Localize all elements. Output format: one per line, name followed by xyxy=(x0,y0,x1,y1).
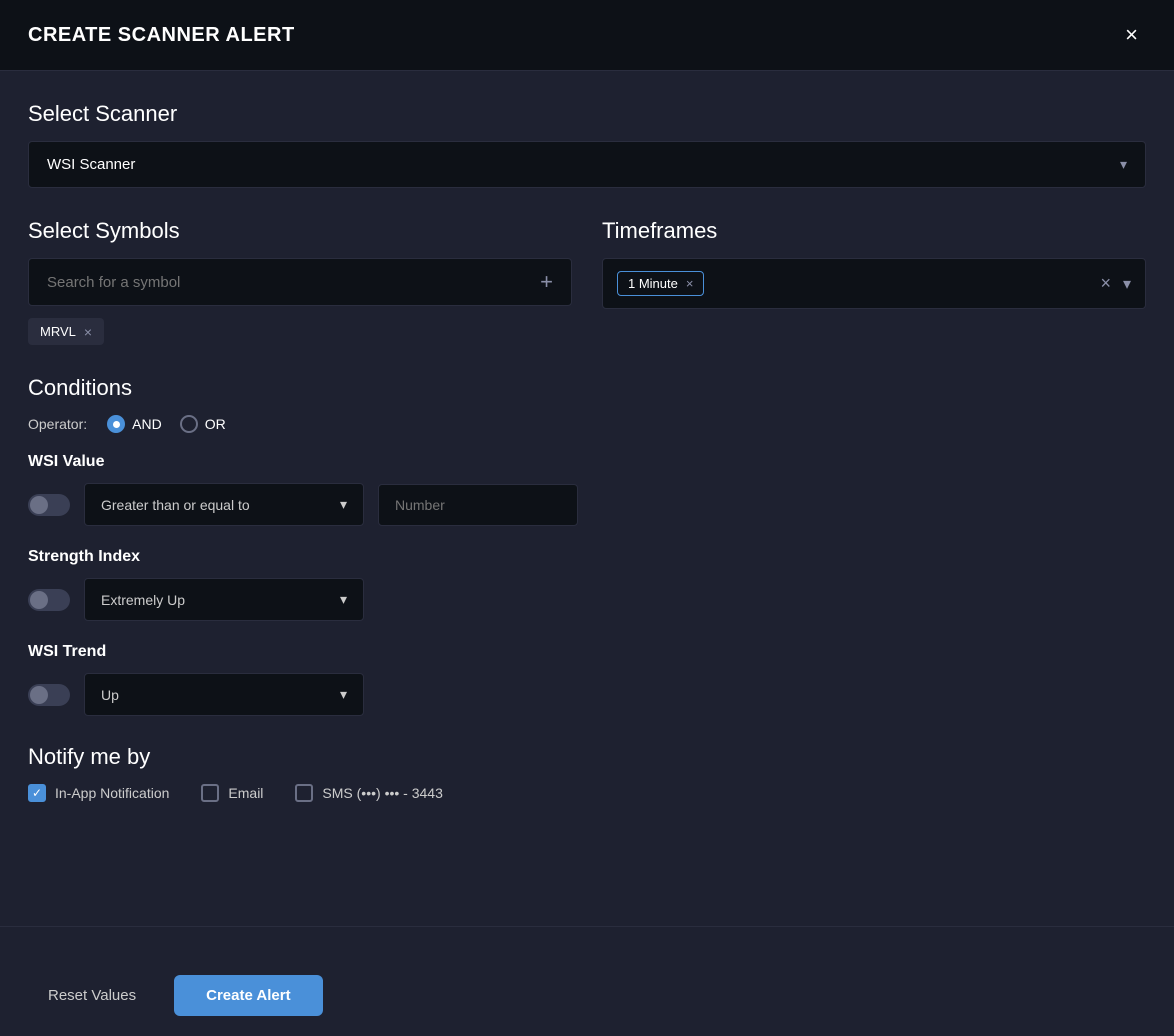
timeframes-section: Timeframes 1 Minute × × ▾ xyxy=(602,218,1146,345)
timeframes-label: Timeframes xyxy=(602,218,1146,244)
symbol-tag-label: MRVL xyxy=(40,324,76,339)
add-symbol-button[interactable]: + xyxy=(540,271,553,293)
modal-container: CREATE SCANNER ALERT × Select Scanner WS… xyxy=(0,0,1174,1036)
timeframe-tag-label: 1 Minute xyxy=(628,276,678,291)
strength-index-toggle[interactable] xyxy=(28,589,70,611)
symbols-timeframes-row: Select Symbols + MRVL × Timeframes 1 Min… xyxy=(28,218,1146,345)
clear-timeframes-button[interactable]: × xyxy=(1100,273,1111,294)
timeframe-controls: × ▾ xyxy=(1100,273,1131,294)
or-label: OR xyxy=(205,416,226,432)
strength-index-block: Strength Index Extremely Up ▾ xyxy=(28,548,1146,621)
email-checkbox[interactable] xyxy=(201,784,219,802)
wsi-trend-row: Up ▾ xyxy=(28,673,1146,716)
email-label: Email xyxy=(228,785,263,801)
notify-label: Notify me by xyxy=(28,744,1146,770)
sms-label: SMS (•••) ••• - 3443 xyxy=(322,785,442,801)
modal-body: Select Scanner WSI Scanner ▾ Select Symb… xyxy=(0,71,1174,926)
wsi-value-chevron-icon: ▾ xyxy=(340,496,347,513)
symbols-label: Select Symbols xyxy=(28,218,572,244)
wsi-value-number-input[interactable] xyxy=(378,484,578,526)
conditions-section: Conditions Operator: AND OR WSI Value xyxy=(28,375,1146,716)
symbol-search-input[interactable] xyxy=(47,274,540,291)
footer-divider xyxy=(0,926,1174,927)
sms-checkbox[interactable] xyxy=(295,784,313,802)
wsi-trend-block: WSI Trend Up ▾ xyxy=(28,643,1146,716)
and-label: AND xyxy=(132,416,162,432)
wsi-trend-dropdown-value: Up xyxy=(101,687,119,703)
notify-section: Notify me by In-App Notification Email S… xyxy=(28,744,1146,802)
timeframe-select[interactable]: 1 Minute × × ▾ xyxy=(602,258,1146,309)
close-button[interactable]: × xyxy=(1117,20,1146,50)
scanner-dropdown[interactable]: WSI Scanner ▾ xyxy=(28,141,1146,188)
wsi-value-dropdown-value: Greater than or equal to xyxy=(101,497,250,513)
modal-header: CREATE SCANNER ALERT × xyxy=(0,0,1174,71)
wsi-value-dropdown[interactable]: Greater than or equal to ▾ xyxy=(84,483,364,526)
footer-buttons: Reset Values Create Alert xyxy=(0,955,1174,1036)
strength-index-dropdown[interactable]: Extremely Up ▾ xyxy=(84,578,364,621)
strength-index-label: Strength Index xyxy=(28,548,1146,566)
wsi-value-label: WSI Value xyxy=(28,453,1146,471)
wsi-value-row: Greater than or equal to ▾ xyxy=(28,483,1146,526)
symbols-section: Select Symbols + MRVL × xyxy=(28,218,572,345)
wsi-value-toggle[interactable] xyxy=(28,494,70,516)
operator-radio-group: AND OR xyxy=(107,415,226,433)
and-radio-circle xyxy=(107,415,125,433)
modal-title: CREATE SCANNER ALERT xyxy=(28,24,295,47)
strength-index-row: Extremely Up ▾ xyxy=(28,578,1146,621)
strength-index-dropdown-value: Extremely Up xyxy=(101,592,185,608)
timeframe-tag: 1 Minute × xyxy=(617,271,704,296)
select-scanner-label: Select Scanner xyxy=(28,101,1146,127)
conditions-label: Conditions xyxy=(28,375,1146,401)
scanner-dropdown-value: WSI Scanner xyxy=(47,156,135,173)
timeframe-chevron-button[interactable]: ▾ xyxy=(1123,274,1131,294)
remove-symbol-button[interactable]: × xyxy=(84,325,92,339)
notify-sms-option[interactable]: SMS (•••) ••• - 3443 xyxy=(295,784,442,802)
notify-inapp-option[interactable]: In-App Notification xyxy=(28,784,169,802)
wsi-trend-chevron-icon: ▾ xyxy=(340,686,347,703)
create-alert-button[interactable]: Create Alert xyxy=(174,975,322,1016)
or-radio-circle xyxy=(180,415,198,433)
symbol-search-row: + xyxy=(28,258,572,306)
wsi-trend-toggle[interactable] xyxy=(28,684,70,706)
inapp-checkbox[interactable] xyxy=(28,784,46,802)
notify-options: In-App Notification Email SMS (•••) ••• … xyxy=(28,784,1146,802)
operator-row: Operator: AND OR xyxy=(28,415,1146,433)
wsi-trend-dropdown[interactable]: Up ▾ xyxy=(84,673,364,716)
operator-label: Operator: xyxy=(28,416,87,432)
notify-email-option[interactable]: Email xyxy=(201,784,263,802)
strength-index-chevron-icon: ▾ xyxy=(340,591,347,608)
remove-timeframe-button[interactable]: × xyxy=(686,277,694,290)
operator-or-option[interactable]: OR xyxy=(180,415,226,433)
reset-button[interactable]: Reset Values xyxy=(28,977,156,1014)
operator-and-option[interactable]: AND xyxy=(107,415,162,433)
wsi-value-block: WSI Value Greater than or equal to ▾ xyxy=(28,453,1146,526)
inapp-label: In-App Notification xyxy=(55,785,169,801)
chevron-down-icon: ▾ xyxy=(1120,156,1127,173)
symbol-tag-mrvl: MRVL × xyxy=(28,318,104,345)
wsi-trend-label: WSI Trend xyxy=(28,643,1146,661)
